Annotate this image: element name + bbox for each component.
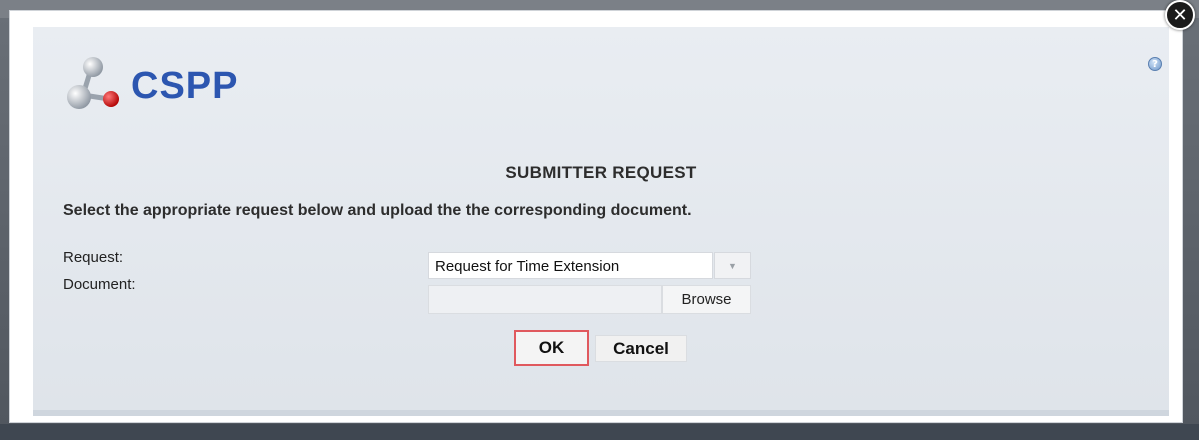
close-icon[interactable]: ✕ [1165,0,1195,30]
molecule-logo-icon [67,57,119,109]
dialog-content-panel: CSPP ? SUBMITTER REQUEST Select the appr… [33,27,1169,416]
browse-button[interactable]: Browse [662,285,751,314]
instructions-text: Select the appropriate request below and… [63,202,692,219]
dialog-title: SUBMITTER REQUEST [505,163,697,182]
submitter-request-dialog: CSPP ? SUBMITTER REQUEST Select the appr… [9,10,1183,423]
backdrop-bottom-strip [0,424,1199,440]
request-label: Request: [63,249,124,266]
chevron-down-icon[interactable]: ▼ [714,252,751,279]
help-icon[interactable]: ? [1148,57,1162,71]
cspp-logo: CSPP [63,55,283,115]
logo-text: CSPP [131,65,239,107]
document-label: Document: [63,276,136,293]
cancel-button[interactable]: Cancel [595,335,687,362]
document-file-input[interactable] [428,285,662,314]
ok-button[interactable]: OK [514,330,589,366]
request-select[interactable]: Request for Time Extension [428,252,713,279]
